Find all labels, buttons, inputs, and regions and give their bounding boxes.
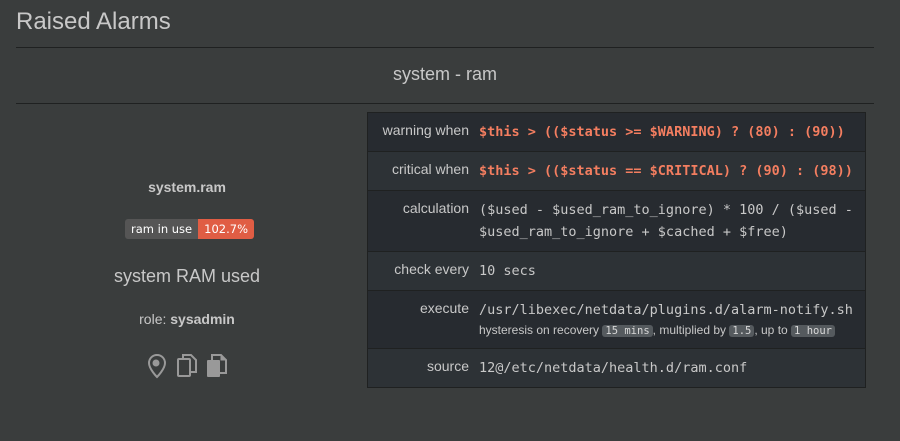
- hysteresis-multiplier: 1.5: [729, 325, 755, 337]
- check-every-value: 10 secs: [479, 263, 536, 279]
- status-badge[interactable]: ram in use 102.7%: [125, 219, 254, 239]
- role-label: role:: [139, 311, 167, 327]
- page-title: Raised Alarms: [16, 8, 171, 35]
- calculation-label: calculation: [402, 200, 469, 216]
- hysteresis-max: 1 hour: [791, 325, 835, 337]
- table-row: critical when $this > (($status == $CRIT…: [368, 151, 865, 190]
- critical-label: critical when: [391, 161, 469, 177]
- paste-icon[interactable]: [205, 352, 229, 380]
- alarm-role: role: sysadmin: [16, 311, 358, 327]
- alarm-details-table: warning when $this > (($status >= $WARNI…: [367, 112, 866, 388]
- warning-label: warning when: [382, 122, 469, 138]
- execute-label: execute: [419, 300, 469, 316]
- execute-cell: /usr/libexec/netdata/plugins.d/alarm-not…: [469, 291, 865, 348]
- hysteresis-upto-text: , up to: [754, 323, 788, 337]
- role-value: sysadmin: [170, 311, 235, 327]
- chart-name: system.ram: [148, 179, 226, 195]
- hysteresis-prefix: hysteresis on recovery: [479, 323, 600, 337]
- hysteresis-delay: 15 mins: [602, 325, 653, 337]
- action-icons: [145, 352, 229, 380]
- table-row: calculation ($used - $used_ram_to_ignore…: [368, 190, 865, 251]
- execute-value: /usr/libexec/netdata/plugins.d/alarm-not…: [479, 302, 853, 318]
- critical-value: $this > (($status == $CRITICAL) ? (90) :…: [479, 163, 853, 179]
- table-row: warning when $this > (($status >= $WARNI…: [368, 113, 865, 151]
- source-value: 12@/etc/netdata/health.d/ram.conf: [479, 360, 748, 376]
- alarm-info: system RAM used: [113, 266, 261, 286]
- map-marker-icon[interactable]: [145, 352, 169, 380]
- warning-value: $this > (($status >= $WARNING) ? (80) : …: [479, 124, 845, 140]
- source-label: source: [426, 358, 469, 374]
- divider: [16, 103, 874, 104]
- table-row: execute /usr/libexec/netdata/plugins.d/a…: [368, 290, 865, 348]
- badge-value: 102.7%: [198, 219, 254, 239]
- divider: [16, 47, 874, 48]
- check-every-label: check every: [394, 261, 469, 277]
- alarm-heading: system - ram: [392, 64, 497, 84]
- alarm-summary: system.ram ram in use 102.7% system RAM …: [16, 110, 358, 430]
- badge-label: ram in use: [125, 219, 199, 239]
- copy-icon[interactable]: [175, 352, 199, 380]
- hysteresis-text: hysteresis on recovery 15 mins, multipli…: [479, 321, 857, 340]
- hysteresis-mult-text: , multiplied by: [652, 323, 727, 337]
- calculation-value: ($used - $used_ram_to_ignore) * 100 / ($…: [479, 202, 853, 240]
- table-row: source 12@/etc/netdata/health.d/ram.conf: [368, 348, 865, 387]
- table-row: check every 10 secs: [368, 251, 865, 290]
